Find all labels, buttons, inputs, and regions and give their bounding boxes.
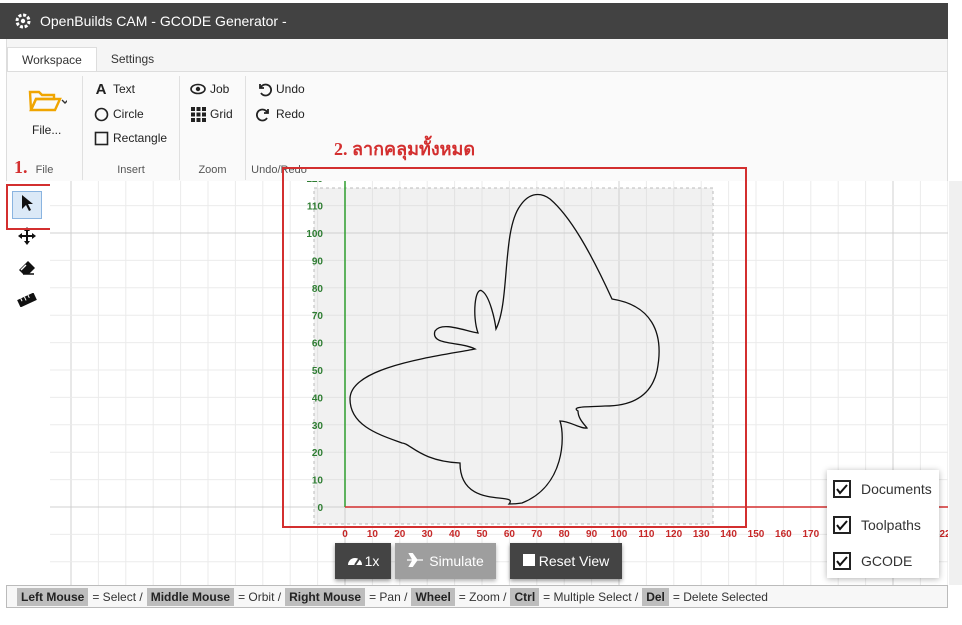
circle-icon xyxy=(93,106,109,122)
key-left-mouse: Left Mouse xyxy=(17,587,89,606)
zoom-grid-label: Grid xyxy=(210,107,233,121)
insert-rectangle-button[interactable]: Rectangle xyxy=(93,130,167,146)
speed-button[interactable]: 1x xyxy=(335,543,391,579)
checkbox-documents[interactable] xyxy=(833,480,851,498)
hint-multi-select: = Multiple Select / xyxy=(543,589,639,604)
status-bar: Left Mouse = Select / Middle Mouse = Orb… xyxy=(6,585,948,608)
text-icon: A xyxy=(95,80,107,98)
annotation-step-1: 1. xyxy=(14,157,28,177)
hint-delete: = Delete Selected xyxy=(672,589,768,604)
layers-panel: Documents Toolpaths GCODE xyxy=(827,470,939,578)
checkbox-gcode[interactable] xyxy=(833,552,851,570)
key-right-mouse: Right Mouse xyxy=(285,587,366,606)
x-tick-label: 30 xyxy=(422,529,434,540)
group-label-insert: Insert xyxy=(117,164,145,176)
annotation-box-step-1 xyxy=(6,184,54,230)
folder-open-icon xyxy=(27,88,69,117)
file-button-label: File... xyxy=(32,123,62,137)
group-zoom: Job Grid Zoom xyxy=(180,76,246,180)
x-tick-label: 110 xyxy=(638,529,655,540)
layer-toolpaths-label: Toolpaths xyxy=(861,517,921,533)
ribbon: Workspace Settings File... File A Text C… xyxy=(6,39,948,181)
layer-documents[interactable]: Documents xyxy=(833,480,932,498)
insert-text-button[interactable]: A Text xyxy=(93,80,136,98)
x-tick-label: 220 xyxy=(939,529,948,540)
x-tick-label: 130 xyxy=(693,529,710,540)
zoom-job-label: Job xyxy=(210,82,230,96)
group-undo-redo: Undo Redo Undo/Redo xyxy=(246,76,312,180)
app-title: OpenBuilds CAM - GCODE Generator - xyxy=(40,13,287,29)
reset-view-button[interactable]: Reset View xyxy=(510,543,622,579)
tachometer-icon xyxy=(347,553,363,570)
group-label-zoom: Zoom xyxy=(198,164,227,176)
undo-button[interactable]: Undo xyxy=(256,81,305,97)
file-button[interactable]: File... xyxy=(27,88,69,137)
gear-icon[interactable] xyxy=(14,12,32,30)
ruler-icon xyxy=(17,292,37,312)
x-tick-label: 170 xyxy=(802,529,819,540)
layer-documents-label: Documents xyxy=(861,481,932,497)
simulate-label: Simulate xyxy=(429,553,484,569)
x-tick-label: 10 xyxy=(367,529,379,540)
checkbox-toolpaths[interactable] xyxy=(833,516,851,534)
redo-icon xyxy=(256,106,272,122)
tab-workspace[interactable]: Workspace xyxy=(7,47,97,72)
measure-tool[interactable] xyxy=(12,288,42,316)
square-icon xyxy=(522,553,535,569)
x-tick-label: 0 xyxy=(342,529,348,540)
zoom-job-button[interactable]: Job xyxy=(190,81,229,97)
hint-zoom: = Zoom / xyxy=(458,589,507,604)
layer-toolpaths[interactable]: Toolpaths xyxy=(833,516,921,534)
speed-label: 1x xyxy=(364,553,380,569)
hint-pan: = Pan / xyxy=(369,589,408,604)
x-tick-label: 160 xyxy=(775,529,792,540)
eraser-icon xyxy=(18,260,36,281)
grid-icon xyxy=(190,106,206,122)
hint-orbit: = Orbit / xyxy=(238,589,282,604)
x-tick-label: 150 xyxy=(748,529,765,540)
ribbon-tabs: Workspace Settings xyxy=(7,47,168,72)
key-middle-mouse: Middle Mouse xyxy=(146,587,235,606)
insert-rectangle-label: Rectangle xyxy=(113,131,168,145)
x-tick-label: 140 xyxy=(720,529,737,540)
x-tick-label: 50 xyxy=(476,529,488,540)
x-tick-label: 40 xyxy=(449,529,461,540)
group-insert: A Text Circle Rectangle Insert xyxy=(83,76,180,180)
undo-label: Undo xyxy=(276,82,305,96)
square-icon xyxy=(93,130,109,146)
x-tick-label: 60 xyxy=(504,529,516,540)
x-tick-label: 80 xyxy=(559,529,571,540)
x-tick-label: 100 xyxy=(611,529,628,540)
eye-icon xyxy=(190,81,206,97)
left-toolbar xyxy=(6,181,50,581)
key-del: Del xyxy=(642,587,669,606)
undo-icon xyxy=(256,81,272,97)
reset-view-label: Reset View xyxy=(538,553,610,569)
x-tick-label: 90 xyxy=(586,529,598,540)
simulate-button[interactable]: Simulate xyxy=(395,543,496,579)
annotation-box-step-2 xyxy=(282,167,747,528)
ribbon-body: File... File A Text Circle Rectangle Ins… xyxy=(7,71,947,181)
x-tick-label: 70 xyxy=(531,529,543,540)
redo-label: Redo xyxy=(276,107,305,121)
layer-gcode[interactable]: GCODE xyxy=(833,552,912,570)
title-bar: OpenBuilds CAM - GCODE Generator - xyxy=(0,3,948,39)
eraser-tool[interactable] xyxy=(12,256,42,284)
key-wheel: Wheel xyxy=(411,587,455,606)
layer-gcode-label: GCODE xyxy=(861,553,913,569)
tab-settings[interactable]: Settings xyxy=(97,47,168,72)
hint-select: = Select / xyxy=(92,589,143,604)
x-tick-label: 20 xyxy=(394,529,406,540)
annotation-step-2: 2. ลากคลุมทั้งหมด xyxy=(334,139,476,159)
viewport-scrollbar[interactable] xyxy=(949,181,962,585)
key-ctrl: Ctrl xyxy=(510,587,540,606)
zoom-grid-button[interactable]: Grid xyxy=(190,106,233,122)
insert-text-label: Text xyxy=(113,82,136,96)
redo-button[interactable]: Redo xyxy=(256,106,305,122)
x-tick-label: 120 xyxy=(665,529,682,540)
plane-icon xyxy=(407,551,424,570)
insert-circle-button[interactable]: Circle xyxy=(93,106,144,122)
insert-circle-label: Circle xyxy=(113,107,144,121)
